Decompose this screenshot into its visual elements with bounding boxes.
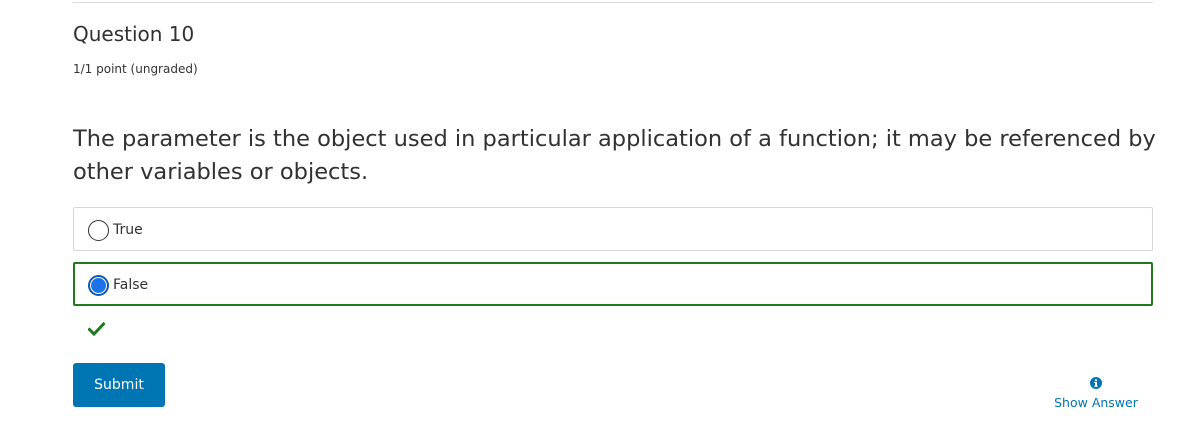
problem-title: Question 10	[73, 22, 195, 46]
top-divider	[73, 2, 1153, 3]
radio-false-selected[interactable]	[88, 275, 109, 296]
show-answer-button[interactable]: Show Answer	[1050, 375, 1142, 415]
choice-label-false: False	[113, 277, 149, 293]
radio-true[interactable]	[88, 220, 109, 241]
question-text: The parameter is the object used in part…	[73, 126, 1156, 185]
choice-false[interactable]: False	[73, 262, 1153, 306]
problem-points: 1/1 point (ungraded)	[73, 62, 198, 76]
submit-button[interactable]: Submit	[73, 363, 165, 407]
info-icon	[1090, 377, 1102, 389]
choice-label-true: True	[113, 222, 143, 238]
checkmark-icon	[88, 322, 105, 336]
choice-true[interactable]: True	[73, 207, 1153, 251]
show-answer-label: Show Answer	[1054, 395, 1138, 410]
